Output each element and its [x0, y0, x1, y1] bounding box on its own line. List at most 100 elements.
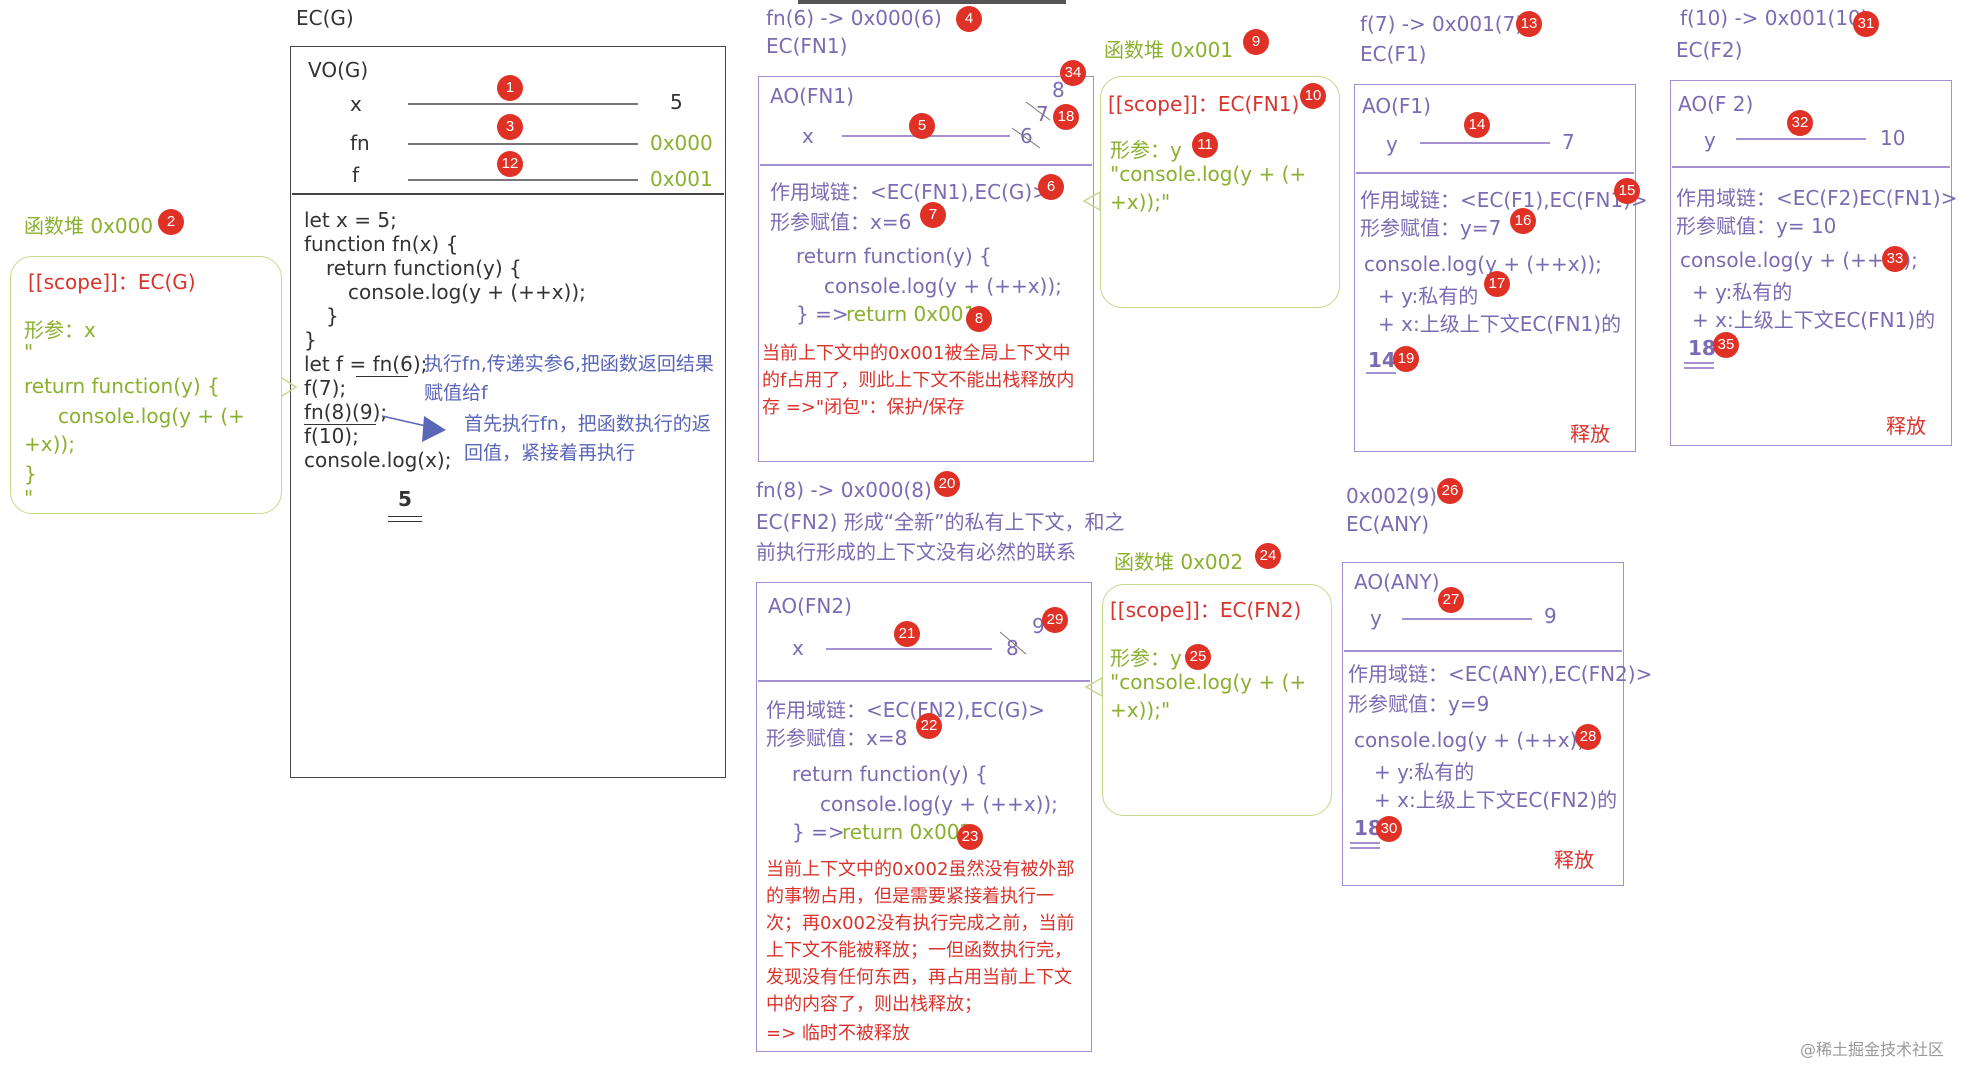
fn1-code-1: return function(y) { [796, 244, 992, 268]
f2-code-3: + x:上级上下文EC(FN1)的 [1692, 308, 1936, 332]
f1-ao: AO(F1) [1362, 94, 1431, 118]
badge-34: 34 [1060, 60, 1086, 86]
f1-code-3: + x:上级上下文EC(FN1)的 [1378, 312, 1622, 336]
f1-var: y [1386, 132, 1398, 156]
any-code-3: + x:上级上下文EC(FN2)的 [1374, 788, 1618, 812]
any-var: y [1370, 606, 1382, 630]
heap0-scope: [[scope]]：EC(G) [28, 270, 196, 294]
heap1-code-1: "console.log(y + (+ [1110, 162, 1307, 186]
fn1-var: x [802, 124, 814, 148]
badge-12: 12 [497, 151, 523, 177]
f2-var: y [1704, 128, 1716, 152]
f2-release: 释放 [1886, 414, 1926, 438]
heap2-connector-icon [1084, 676, 1103, 698]
badge-4: 4 [956, 6, 982, 32]
code-line-4: console.log(y + (++x)); [348, 280, 586, 304]
f2-ec: EC(F2) [1676, 38, 1743, 62]
f2-ao: AO(F 2) [1678, 92, 1754, 116]
heap1-title: 函数堆 0x001 [1104, 38, 1234, 62]
any-ec: EC(ANY) [1346, 512, 1430, 536]
badge-7: 7 [920, 202, 946, 228]
badge-3: 3 [497, 114, 523, 140]
f1-scope: 作用域链：<EC(F1),EC(FN1)> [1360, 188, 1648, 212]
badge-26: 26 [1437, 478, 1463, 504]
code-line-1: let x = 5; [304, 208, 397, 232]
heap2-code-2: +x));" [1110, 698, 1171, 722]
any-code-1: console.log(y + (++x)); [1354, 728, 1592, 752]
badge-24: 24 [1255, 543, 1281, 569]
strike-icon [999, 631, 1027, 655]
badge-29: 29 [1042, 607, 1068, 633]
code-line-5: } [326, 304, 339, 328]
f2-val: 10 [1880, 126, 1906, 150]
f2-code-2: + y:私有的 [1692, 280, 1793, 304]
fn1-note: 当前上下文中的0x001被全局上下文中的f占用了，则此上下文不能出栈释放内存 =… [762, 343, 1075, 418]
badge-23: 23 [957, 824, 983, 850]
global-ec-label: EC(G) [296, 6, 354, 30]
top-divider [798, 0, 1066, 4]
f1-call: f(7) -> 0x001(7) [1360, 12, 1524, 36]
badge-18: 18 [1053, 104, 1079, 130]
heap2-param: 形参：y [1110, 646, 1182, 670]
heap0-quote-close: " [24, 486, 34, 510]
badge-21: 21 [894, 621, 920, 647]
badge-17: 17 [1484, 271, 1510, 297]
arrow-icon [381, 415, 446, 442]
fn1-code-3: } => [796, 302, 849, 326]
fn1-call: fn(6) -> 0x000(6) [766, 6, 942, 30]
heap0-code-1: return function(y) { [24, 374, 220, 398]
any-scope: 作用域链：<EC(ANY),EC(FN2)> [1348, 662, 1653, 686]
badge-11: 11 [1192, 132, 1218, 158]
fn2-assign: 形参赋值：x=8 [766, 726, 908, 750]
badge-22: 22 [916, 713, 942, 739]
fn2-note: 当前上下文中的0x002虽然没有被外部的事物占用，但是需要紧接着执行一次；再0x… [766, 859, 1075, 1015]
badge-25: 25 [1185, 644, 1211, 670]
heap0-quote-open: " [24, 340, 34, 364]
fn2-code-3: } => [792, 820, 845, 844]
badge-32: 32 [1787, 110, 1813, 136]
f1-code-2: + y:私有的 [1378, 284, 1479, 308]
heap1-param: 形参：y [1110, 138, 1182, 162]
fn2-call: fn(8) -> 0x000(8) [756, 478, 932, 502]
var-x-name: x [350, 92, 362, 116]
output-value: 5 [398, 487, 412, 511]
heap0-code-3: +x)); [24, 432, 75, 456]
heap1-scope: [[scope]]：EC(FN1) [1108, 92, 1300, 116]
badge-8: 8 [966, 306, 992, 332]
f1-result: 14 [1368, 348, 1396, 372]
fn1-ao: AO(FN1) [770, 84, 854, 108]
any-assign: 形参赋值：y=9 [1348, 692, 1490, 716]
var-f-name: f [352, 163, 360, 187]
fn2-code-1: return function(y) { [792, 762, 988, 786]
strike-icon [1011, 101, 1051, 149]
note-exec-fn: 执行fn,传递实参6,把函数返回结果赋值给f [424, 353, 714, 404]
code-line-3: return function(y) { [326, 256, 522, 280]
f1-code-1: console.log(y + (++x)); [1364, 252, 1602, 276]
fn1-code-3-return: return 0x001 [846, 302, 977, 326]
watermark: @稀土掘金技术社区 [1800, 1040, 1945, 1059]
fn2-ec-desc-1: EC(FN2) 形成“全新”的私有上下文，和之 [756, 510, 1125, 534]
fn2-scope: 作用域链：<EC(FN2),EC(G)> [766, 698, 1045, 722]
any-ao: AO(ANY) [1354, 570, 1440, 594]
f1-ec: EC(F1) [1360, 42, 1427, 66]
heap0-title: 函数堆 0x000 [24, 214, 154, 238]
any-call: 0x002(9) [1346, 484, 1438, 508]
f2-assign: 形参赋值：y= 10 [1676, 214, 1837, 238]
badge-13: 13 [1516, 11, 1542, 37]
badge-20: 20 [934, 471, 960, 497]
badge-1: 1 [497, 75, 523, 101]
badge-31: 31 [1853, 11, 1879, 37]
badge-27: 27 [1438, 587, 1464, 613]
badge-28: 28 [1575, 724, 1601, 750]
f2-result: 18 [1688, 336, 1716, 360]
f2-scope: 作用域链：<EC(F2)EC(FN1)> [1676, 186, 1958, 210]
f1-release: 释放 [1570, 422, 1610, 446]
var-f-value: 0x001 [650, 167, 713, 191]
fn2-ec-desc-2: 前执行形成的上下文没有必然的联系 [756, 540, 1076, 564]
heap0-code-2: console.log(y + (+ [58, 404, 245, 428]
badge-2: 2 [158, 209, 184, 235]
code-line-10: f(10); [304, 424, 359, 448]
heap0-param: 形参：x [24, 318, 96, 342]
badge-16: 16 [1510, 208, 1536, 234]
heap1-code-2: +x));" [1110, 190, 1171, 214]
